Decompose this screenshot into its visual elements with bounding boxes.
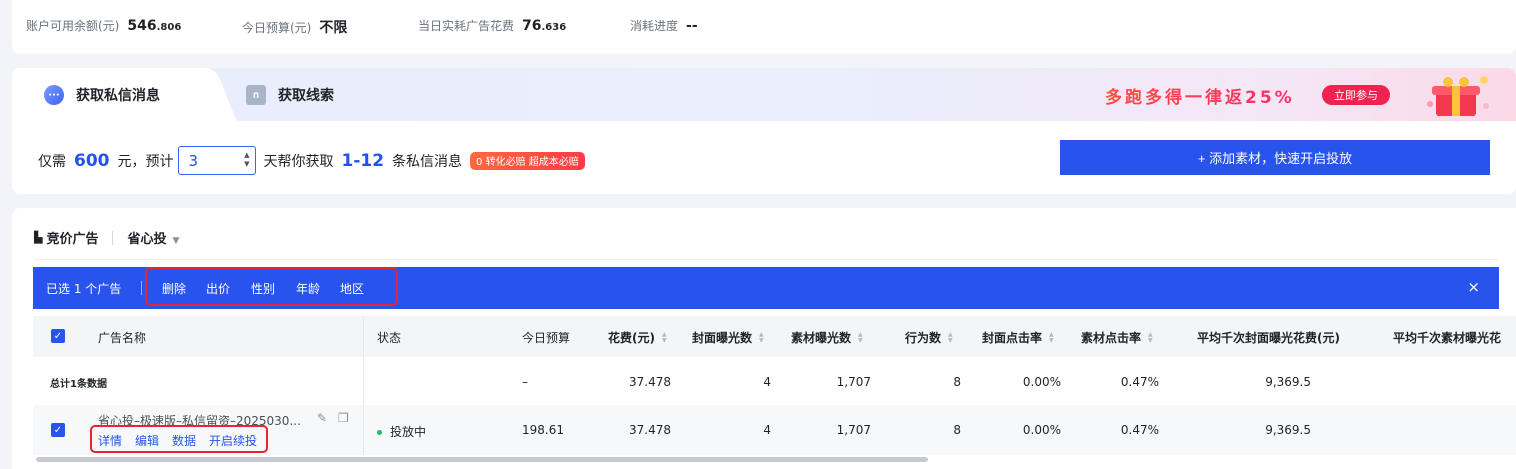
highlight-bulk-actions [145,267,398,306]
col-cost[interactable]: 花费(元) ▲ ▼ [608,329,667,346]
tab-private-message[interactable]: ··· 获取私信消息 [44,85,160,105]
edit-pencil-icon[interactable]: ✎ [317,411,327,425]
guarantee-badge: 0 转化必赔 超成本必赔 [470,151,585,170]
status-badge: 投放中 [377,423,426,440]
goal-tabbar: ··· 获取私信消息 ∩ 获取线索 多跑多得一律返25% 立即参与 [12,68,1516,121]
leads-icon: ∩ [246,85,266,105]
sort-icon: ▲ ▼ [1148,330,1153,344]
horizontal-scrollbar[interactable] [36,457,928,462]
col-cpm-material: 平均千次素材曝光花 [1393,331,1502,345]
sort-icon: ▲ ▼ [858,330,863,344]
stepper-arrows-icon[interactable]: ▲ ▼ [244,151,249,169]
spend-progress-stat: 消耗进度 -- [630,18,698,34]
sort-icon: ▲ ▼ [661,330,667,344]
sort-icon: ▲ ▼ [1049,330,1054,344]
row-checkbox[interactable]: ✓ [51,423,65,437]
balance-stat: 账户可用余额(元) 546.806 [26,18,182,34]
sort-icon: ▲ ▼ [759,330,764,344]
budget-estimate-row: 仅需 600 元，预计 ▲▼ 天帮你获取 1-12 条私信消息 0 转化必赔 超… [38,146,585,175]
copy-icon[interactable]: ❐ [338,411,349,425]
join-now-button[interactable]: 立即参与 [1322,85,1390,105]
days-stepper[interactable]: ▲▼ [177,146,256,175]
ads-type-title: 竞价广告 [46,232,99,247]
col-cover-ctr[interactable]: 封面点击率 ▲ ▼ [982,329,1054,346]
account-stats-bar: 账户可用余额(元) 546.806 今日预算(元) 不限 当日实耗广告花费 76… [12,0,1516,54]
tab-leads[interactable]: ∩ 获取线索 [246,85,334,105]
table-total-row: 总计1条数据 – 37.478 4 1,707 8 0.00% 0.47% 9,… [50,375,1311,390]
ads-card: ▙ 竞价广告 省心投 ▼ 已选 1 个广告 删除 出价 性别 年龄 地区 × ✓ … [12,208,1516,469]
promo-banner-text: 多跑多得一律返25% [1105,83,1295,108]
col-cover-impressions[interactable]: 封面曝光数 ▲ ▼ [692,329,764,346]
mode-dropdown[interactable]: 省心投 ▼ [127,228,179,247]
table-header: ✓ 广告名称 状态 今日预算 花费(元) ▲ ▼ 封面曝光数 ▲ ▼ 素材曝光数 ▲ ▼ 行… [33,316,1516,357]
sort-icon: ▲ ▼ [948,330,953,344]
col-material-ctr[interactable]: 素材点击率 ▲ ▼ [1081,329,1153,346]
close-icon[interactable]: × [1467,278,1480,296]
highlight-row-links [90,425,268,453]
status-dot-icon [377,430,382,435]
col-cpm-cover: 平均千次封面曝光花费(元) [1197,331,1340,345]
col-actions[interactable]: 行为数 ▲ ▼ [905,329,953,346]
daily-budget-stat: 今日预算(元) 不限 [242,20,348,36]
selected-count: 已选 1 个广告 [46,282,122,296]
message-range: 1-12 [341,150,385,171]
col-budget: 今日预算 [522,331,571,345]
col-material-impressions[interactable]: 素材曝光数 ▲ ▼ [791,329,863,346]
col-status: 状态 [377,331,402,345]
ads-header: ▙ 竞价广告 省心投 ▼ [34,228,179,247]
gift-box-icon [1427,76,1489,116]
select-all-checkbox[interactable]: ✓ [51,329,65,343]
budget-amount: 600 [74,150,110,171]
grid-icon: ▙ [34,231,43,244]
chat-bubble-icon: ··· [44,85,64,105]
chevron-down-icon: ▼ [172,236,180,246]
quick-launch-card: ··· 获取私信消息 ∩ 获取线索 多跑多得一律返25% 立即参与 仅需 600… [12,68,1516,194]
days-input[interactable] [178,147,235,174]
col-name: 广告名称 [98,331,147,345]
add-material-button[interactable]: + 添加素材，快速开启投放 [1060,140,1490,175]
today-spend-stat: 当日实耗广告花费 76.636 [418,18,567,34]
